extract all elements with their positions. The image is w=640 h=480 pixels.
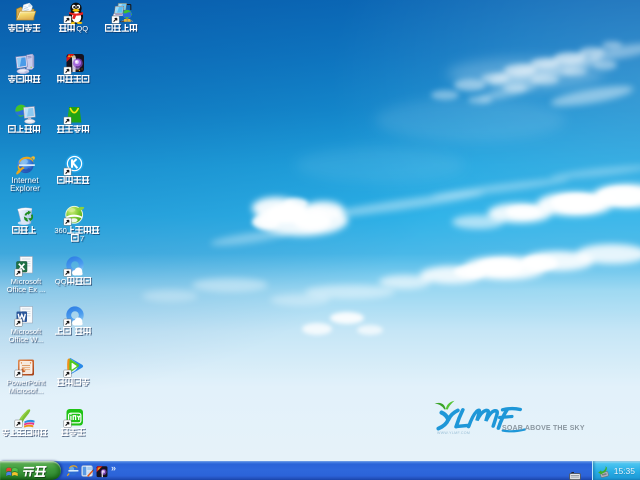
svg-text:SOAR ABOVE THE SKY: SOAR ABOVE THE SKY <box>502 425 585 432</box>
svg-text:WWW.YLMF.COM: WWW.YLMF.COM <box>437 431 470 435</box>
